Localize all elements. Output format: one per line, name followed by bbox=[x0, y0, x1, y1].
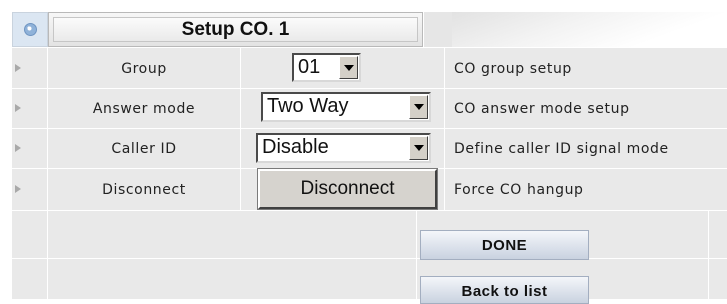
row-arrow-icon bbox=[15, 144, 21, 152]
row-divider bbox=[12, 47, 727, 48]
column-divider bbox=[416, 210, 417, 299]
done-button[interactable]: DONE bbox=[420, 230, 589, 260]
answer-mode-select[interactable]: Two Way bbox=[261, 92, 431, 122]
column-divider bbox=[240, 47, 241, 210]
column-divider bbox=[708, 210, 709, 299]
column-divider bbox=[444, 47, 445, 210]
group-select-value: 01 bbox=[298, 56, 321, 78]
disconnect-label: Disconnect bbox=[102, 181, 186, 198]
header-spacer bbox=[424, 12, 452, 47]
chevron-down-icon[interactable] bbox=[409, 95, 428, 119]
chevron-down-icon[interactable] bbox=[339, 56, 358, 79]
caller-id-select-value: Disable bbox=[262, 136, 329, 158]
expand-icon[interactable] bbox=[24, 23, 37, 36]
disconnect-description: Force CO hangup bbox=[454, 181, 584, 198]
page-title: Setup CO. 1 bbox=[181, 18, 290, 40]
group-description: CO group setup bbox=[454, 60, 572, 77]
chevron-down-icon[interactable] bbox=[409, 136, 428, 160]
disconnect-button[interactable]: Disconnect bbox=[258, 169, 437, 209]
answer-mode-description: CO answer mode setup bbox=[454, 100, 630, 117]
row-arrow-icon bbox=[15, 185, 21, 193]
answer-mode-label: Answer mode bbox=[92, 100, 196, 117]
back-to-list-button[interactable]: Back to list bbox=[420, 276, 589, 304]
group-select[interactable]: 01 bbox=[292, 53, 361, 82]
caller-id-select[interactable]: Disable bbox=[256, 133, 431, 163]
caller-id-description: Define caller ID signal mode bbox=[454, 140, 669, 157]
header-fade bbox=[452, 12, 727, 47]
row-arrow-icon bbox=[15, 104, 21, 112]
group-label: Group bbox=[121, 60, 167, 77]
header-icon-cell[interactable] bbox=[12, 12, 48, 47]
answer-mode-select-value: Two Way bbox=[267, 95, 349, 117]
row-divider bbox=[12, 210, 727, 211]
header-title-cell: Setup CO. 1 bbox=[48, 12, 423, 47]
row-arrow-icon bbox=[15, 64, 21, 72]
caller-id-label: Caller ID bbox=[111, 140, 177, 157]
row-divider bbox=[12, 258, 727, 259]
